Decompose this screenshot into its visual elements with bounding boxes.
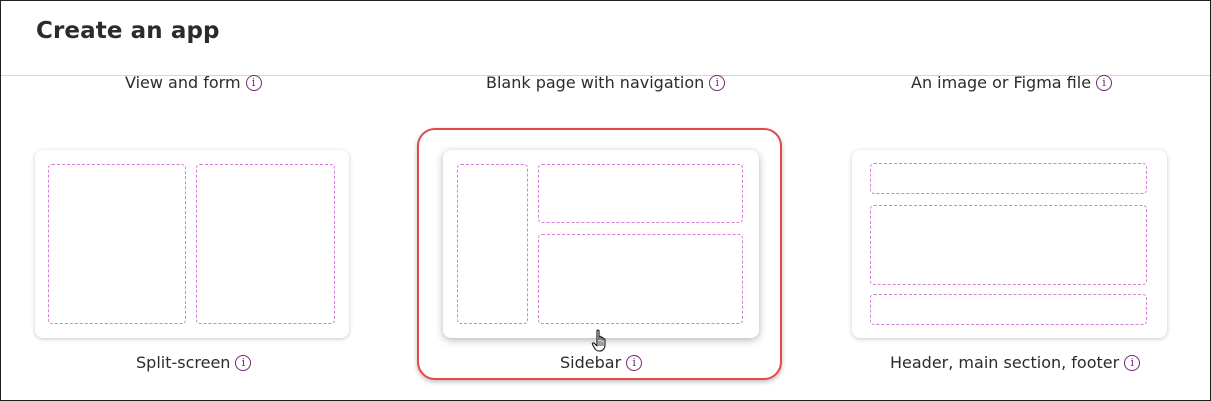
split-left-zone (48, 164, 186, 324)
info-icon[interactable]: i (245, 74, 262, 91)
dialog-header: Create an app (1, 1, 1210, 76)
header-main-footer-card[interactable] (852, 150, 1167, 338)
split-screen-card[interactable] (35, 150, 349, 338)
dialog-title: Create an app (36, 18, 220, 44)
split-right-zone (196, 164, 335, 324)
layout-label: Blank page with navigation (486, 73, 705, 92)
sidebar-top-zone (538, 164, 743, 223)
layout-label: Split-screen (136, 353, 231, 372)
info-icon[interactable]: i (1096, 74, 1113, 91)
layout-view-form[interactable]: View and form i (125, 73, 262, 92)
hand-cursor-icon (591, 329, 606, 352)
layout-sidebar[interactable]: Sidebar i (560, 353, 643, 372)
layout-label: Header, main section, footer (890, 353, 1120, 372)
info-icon[interactable]: i (626, 354, 643, 371)
main-section-zone (870, 205, 1147, 285)
sidebar-card[interactable] (443, 150, 759, 338)
layout-header-main-footer[interactable]: Header, main section, footer i (890, 353, 1141, 372)
header-zone (870, 163, 1147, 194)
layout-label: An image or Figma file (911, 73, 1092, 92)
footer-zone (870, 294, 1147, 325)
layout-split-screen[interactable]: Split-screen i (136, 353, 252, 372)
sidebar-bottom-zone (538, 234, 743, 324)
layout-label: Sidebar (560, 353, 622, 372)
layout-label: View and form (125, 73, 241, 92)
info-icon[interactable]: i (709, 74, 726, 91)
layout-blank-page-navigation[interactable]: Blank page with navigation i (486, 73, 726, 92)
info-icon[interactable]: i (1124, 354, 1141, 371)
info-icon[interactable]: i (235, 354, 252, 371)
sidebar-nav-zone (457, 164, 528, 324)
create-app-dialog: Create an app View and form i Blank page… (0, 0, 1211, 401)
layout-image-figma[interactable]: An image or Figma file i (911, 73, 1113, 92)
